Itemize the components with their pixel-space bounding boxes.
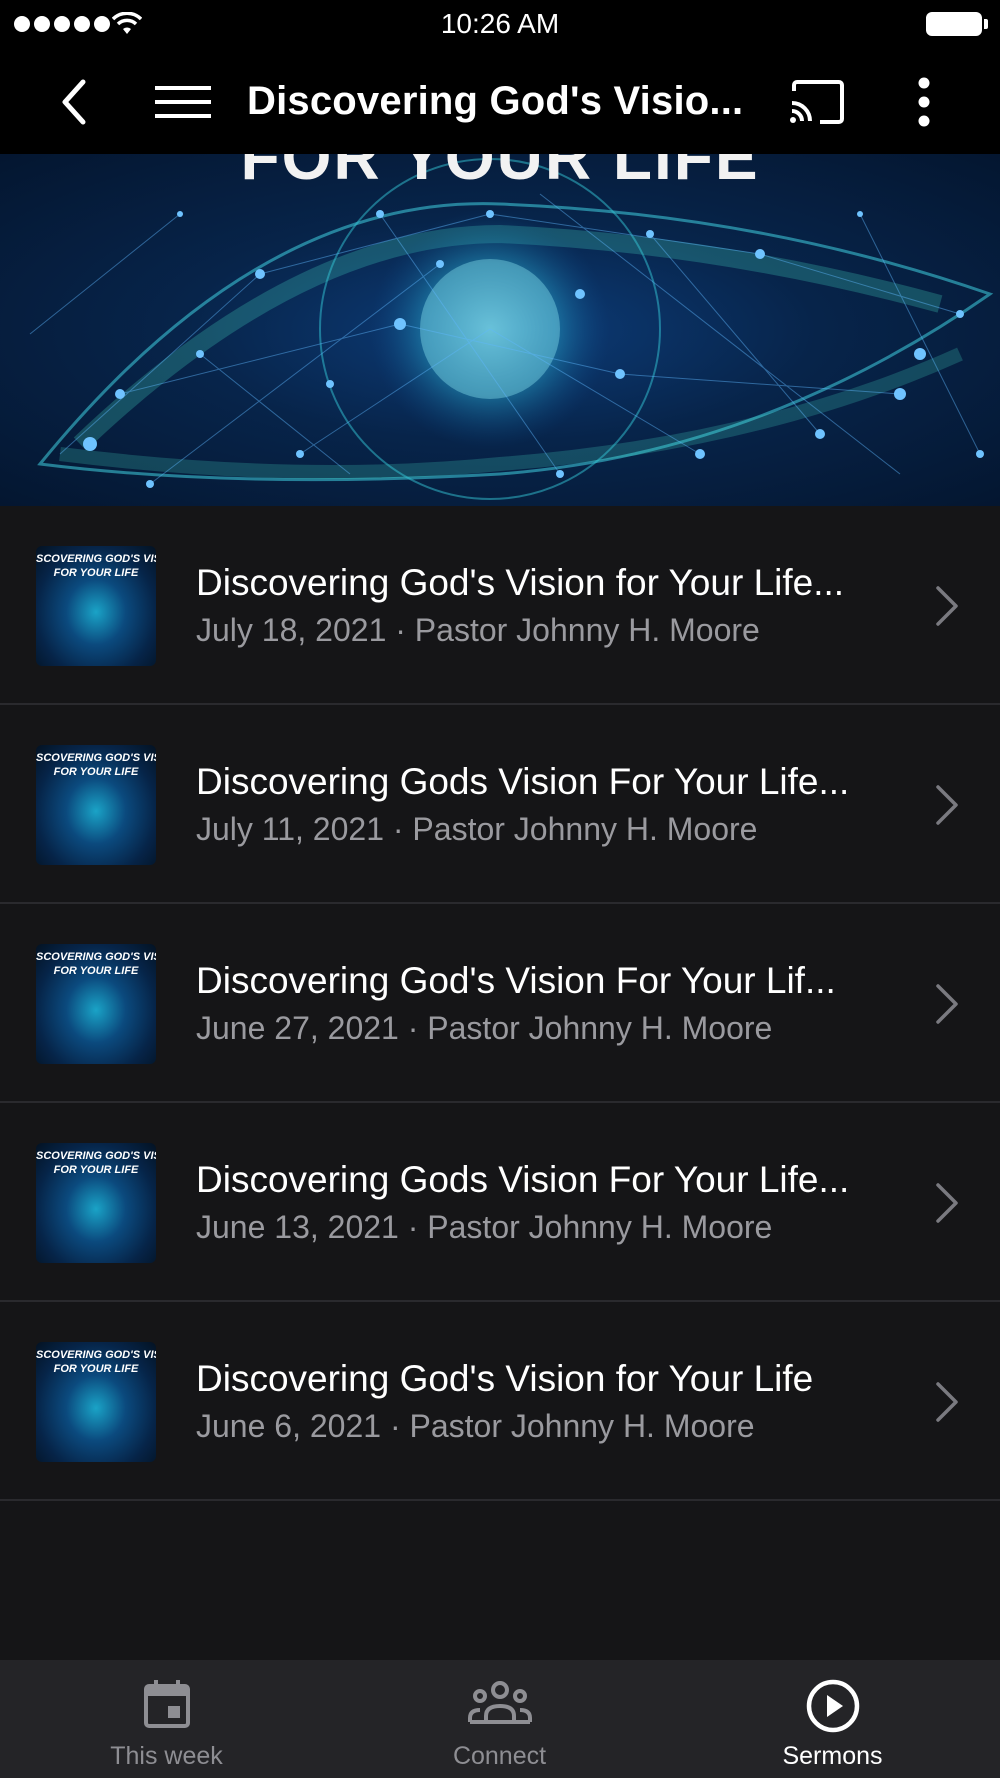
back-button[interactable] (48, 50, 100, 154)
page-title: Discovering God's Visio... (247, 79, 744, 123)
sermon-title: Discovering God's Vision For Your Lif... (196, 960, 836, 1001)
thumbnail-text: SCOVERING GOD'S VISIC (36, 1150, 156, 1162)
sermon-thumbnail: SCOVERING GOD'S VISIC FOR YOUR LIFE (36, 745, 156, 865)
thumbnail-subtext: FOR YOUR LIFE (53, 1164, 139, 1176)
thumbnail-text: SCOVERING GOD'S VISIC (36, 752, 156, 764)
cast-button[interactable] (786, 50, 848, 154)
chevron-right-icon (936, 1382, 958, 1422)
sermon-thumbnail: SCOVERING GOD'S VISIC FOR YOUR LIFE (36, 546, 156, 666)
hero-title-text: FOR YOUR LIFE (240, 154, 760, 193)
chevron-right-icon (936, 785, 958, 825)
thumbnail-subtext: FOR YOUR LIFE (53, 1363, 139, 1375)
calendar-icon (143, 1680, 190, 1728)
menu-button[interactable] (152, 50, 214, 154)
tab-connect[interactable]: Connect (333, 1660, 666, 1778)
chevron-right-icon (936, 586, 958, 626)
sermon-row[interactable]: SCOVERING GOD'S VISIC FOR YOUR LIFE Disco… (0, 705, 1000, 904)
thumbnail-subtext: FOR YOUR LIFE (53, 567, 139, 579)
sermon-subtitle: June 27, 2021 · Pastor Johnny H. Moore (196, 1010, 773, 1046)
chevron-right-icon (936, 1183, 958, 1223)
sermon-title: Discovering Gods Vision For Your Life... (196, 1159, 850, 1200)
tab-label: This week (110, 1742, 223, 1770)
series-hero-image: FOR YOUR LIFE (0, 154, 1000, 506)
cast-icon (790, 80, 844, 124)
sermon-subtitle: June 6, 2021 · Pastor Johnny H. Moore (196, 1408, 755, 1444)
tab-this-week[interactable]: This week (0, 1660, 333, 1778)
chevron-right-icon (936, 984, 958, 1024)
thumbnail-text: SCOVERING GOD'S VISIC (36, 1349, 156, 1361)
people-icon (467, 1681, 532, 1724)
status-time: 10:26 AM (440, 8, 560, 39)
sermon-thumbnail: SCOVERING GOD'S VISIC FOR YOUR LIFE (36, 1342, 156, 1462)
sermon-thumbnail: SCOVERING GOD'S VISIC FOR YOUR LIFE (36, 1143, 156, 1263)
network-eye-graphic (29, 158, 994, 500)
more-options-button[interactable] (904, 50, 944, 154)
thumbnail-text: SCOVERING GOD'S VISIC (36, 951, 156, 963)
sermon-title: Discovering God's Vision for Your Life (196, 1358, 814, 1399)
battery-icon (926, 12, 988, 36)
sermon-subtitle: June 13, 2021 · Pastor Johnny H. Moore (196, 1209, 773, 1245)
thumbnail-text: SCOVERING GOD'S VISIC (36, 553, 156, 565)
sermon-title: Discovering Gods Vision For Your Life... (196, 761, 850, 802)
thumbnail-subtext: FOR YOUR LIFE (53, 965, 139, 977)
nav-bar: Discovering God's Visio... (0, 50, 1000, 154)
sermon-list: SCOVERING GOD'S VISIC FOR YOUR LIFE Disco… (0, 506, 1000, 1501)
play-circle-icon (806, 1679, 859, 1733)
sermon-title: Discovering God's Vision for Your Life..… (196, 562, 845, 603)
back-chevron-icon (62, 79, 86, 125)
sermon-row[interactable]: SCOVERING GOD'S VISIC FOR YOUR LIFE Disco… (0, 904, 1000, 1103)
status-bar: 10:26 AM (0, 0, 1000, 50)
tab-label: Sermons (782, 1742, 883, 1770)
sermon-subtitle: July 11, 2021 · Pastor Johnny H. Moore (196, 811, 758, 847)
tab-bar: This week Connect Sermons (0, 1660, 1000, 1778)
tab-label: Connect (452, 1742, 547, 1770)
hamburger-menu-icon (155, 86, 211, 118)
thumbnail-subtext: FOR YOUR LIFE (53, 766, 139, 778)
screen: 10:26 AM Discovering God's Visio... FOR … (0, 0, 1000, 1778)
sermon-subtitle: July 18, 2021 · Pastor Johnny H. Moore (196, 612, 760, 648)
sermon-thumbnail: SCOVERING GOD'S VISIC FOR YOUR LIFE (36, 944, 156, 1064)
sermon-row[interactable]: SCOVERING GOD'S VISIC FOR YOUR LIFE Disco… (0, 1103, 1000, 1302)
sermon-row[interactable]: SCOVERING GOD'S VISIC FOR YOUR LIFE Disco… (0, 506, 1000, 705)
tab-sermons[interactable]: Sermons (666, 1660, 999, 1778)
more-vertical-icon (918, 77, 930, 127)
sermon-row[interactable]: SCOVERING GOD'S VISIC FOR YOUR LIFE Disco… (0, 1302, 1000, 1501)
